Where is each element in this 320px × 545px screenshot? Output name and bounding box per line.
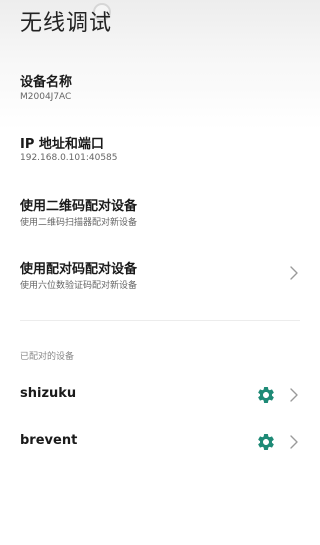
paired-device-row[interactable]: shizuku <box>0 378 320 412</box>
divider <box>20 320 300 321</box>
paired-devices-section-label: 已配对的设备 <box>20 352 75 362</box>
item-subtitle: M2004J7AC <box>20 92 72 102</box>
wireless-debugging-page: 无线调试 设备名称 M2004J7AC IP 地址和端口 192.168.0.1… <box>0 0 320 545</box>
item-title: IP 地址和端口 <box>20 137 104 152</box>
item-title: 使用二维码配对设备 <box>20 199 138 214</box>
ip-address-port-item[interactable]: IP 地址和端口 192.168.0.101:40585 <box>0 128 320 170</box>
item-title: 使用配对码配对设备 <box>20 262 138 277</box>
pair-qr-code-item[interactable]: 使用二维码配对设备 使用二维码扫描器配对新设备 <box>0 190 320 232</box>
pair-code-item[interactable]: 使用配对码配对设备 使用六位数验证码配对新设备 <box>0 254 320 296</box>
item-subtitle: 192.168.0.101:40585 <box>20 153 118 163</box>
chevron-right-icon <box>290 266 298 280</box>
page-title: 无线调试 <box>20 11 113 36</box>
gear-icon[interactable] <box>256 385 276 405</box>
paired-device-name: brevent <box>20 433 78 448</box>
item-subtitle: 使用六位数验证码配对新设备 <box>20 281 138 291</box>
device-name-item[interactable]: 设备名称 M2004J7AC <box>0 66 320 108</box>
item-subtitle: 使用二维码扫描器配对新设备 <box>20 218 138 228</box>
paired-device-name: shizuku <box>20 386 77 401</box>
item-title: 设备名称 <box>20 75 73 90</box>
chevron-right-icon <box>290 388 298 402</box>
paired-device-row[interactable]: brevent <box>0 425 320 459</box>
gear-icon[interactable] <box>256 432 276 452</box>
chevron-right-icon <box>290 435 298 449</box>
